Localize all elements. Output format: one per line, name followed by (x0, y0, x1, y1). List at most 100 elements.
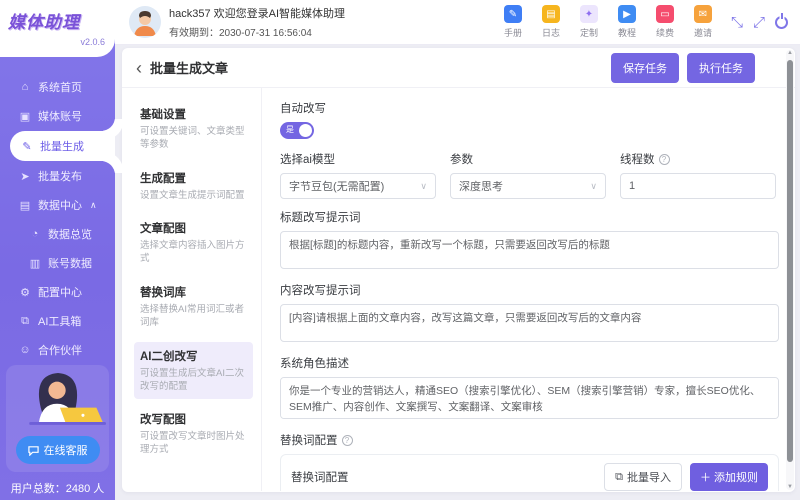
power-icon[interactable] (775, 15, 788, 29)
batch-import-button[interactable]: ⧉ 批量导入 (604, 463, 682, 491)
invite-label: 邀请 (693, 28, 712, 38)
sidebar-item-ai-toolbox[interactable]: ⧉ AI工具箱 (0, 307, 115, 335)
pie-chart-icon: ◔ (31, 228, 39, 240)
scrollbar-thumb[interactable] (787, 60, 793, 462)
renew-icon: ▭ (655, 5, 674, 23)
param-value: 深度思考 (459, 181, 503, 193)
compress-window-icon[interactable]: ⤡ (731, 15, 743, 30)
param-select[interactable]: 深度思考 ∨ (450, 173, 606, 199)
log-button[interactable]: ▤ 日志 (539, 5, 563, 39)
log-label: 日志 (541, 28, 560, 38)
toggle-on-text: 是 (286, 125, 294, 134)
step-title: 基础设置 (140, 109, 186, 121)
sidebar-item-label: 数据总览 (48, 229, 92, 241)
sidebar-item-config-center[interactable]: ⚙ 配置中心 (0, 278, 115, 306)
replace-panel-title: 替换词配置 (291, 472, 349, 484)
customize-button[interactable]: ✦ 定制 (577, 5, 601, 39)
system-role-textarea[interactable]: 你是一个专业的营销达人，精通SEO（搜索引擎优化）、SEM（搜索引擎营销）专家，… (280, 377, 779, 419)
sidebar-item-data-overview[interactable]: ◔ 数据总览 (0, 220, 115, 248)
sidebar-item-label: 合作伙伴 (38, 345, 82, 357)
save-task-button[interactable]: 保存任务 (611, 52, 679, 83)
step-replace-lexicon[interactable]: 替换词库 选择替换AI常用词汇或者词库 (134, 278, 253, 336)
window-controls: ⤡ ⤢ (731, 15, 788, 30)
content-prompt-label: 内容改写提示词 (280, 285, 361, 297)
vertical-scrollbar[interactable]: ▲ ▼ (786, 50, 794, 490)
scroll-up-icon[interactable]: ▲ (786, 50, 794, 56)
data-center-icon: ▤ (19, 199, 31, 212)
page-header: ‹ 批量生成文章 保存任务 执行任务 (122, 48, 795, 88)
collapse-window-icon[interactable]: ⤢ (753, 15, 765, 30)
caret-up-icon: ∧ (90, 199, 97, 210)
tutorial-label: 教程 (617, 28, 636, 38)
run-task-button[interactable]: 执行任务 (687, 52, 755, 83)
step-generate-config[interactable]: 生成配置 设置文章生成提示词配置 (134, 164, 253, 209)
step-rewrite-images[interactable]: 改写配图 可设置改写文章时图片处理方式 (134, 405, 253, 463)
step-title: 生成配置 (140, 172, 186, 185)
app-window: 媒体助理 v2.0.6 ⌂ 系统首页 ▣ 媒体账号 ✎ 批量生成 ➤ 批量发布 … (0, 0, 800, 500)
quick-icons: ✎ 手册 ▤ 日志 ✦ 定制 ▶ 教程 ▭ 续费 ✉ 邀请 (501, 5, 715, 39)
sidebar-nav: ⌂ 系统首页 ▣ 媒体账号 ✎ 批量生成 ➤ 批量发布 ▤ 数据中心 ∧ ◔ 数… (0, 73, 115, 364)
sidebar-item-label: 账号数据 (48, 258, 92, 270)
step-title: 文章配图 (140, 223, 186, 236)
model-select[interactable]: 字节豆包(无需配置) ∨ (280, 173, 436, 199)
replace-panel-header: 替换词配置 ⧉ 批量导入 ＋ 添加规则 (291, 463, 768, 491)
toggle-knob (299, 124, 312, 137)
auto-rewrite-label: 自动改写 (280, 103, 326, 115)
title-prompt-textarea[interactable]: 根据[标题]的标题内容，重新改写一个标题，只需要返回改写后的标题 (280, 231, 779, 269)
tutorial-button[interactable]: ▶ 教程 (615, 5, 639, 39)
question-icon[interactable]: ? (341, 434, 353, 446)
replace-config-label-text: 替换词配置 (280, 435, 338, 447)
question-icon[interactable]: ? (658, 153, 670, 165)
step-ai-rewrite[interactable]: AI二创改写 可设置生成后文章AI二次改写的配置 (134, 341, 253, 400)
auto-rewrite-toggle[interactable]: 是 (280, 122, 314, 139)
log-icon: ▤ (541, 5, 560, 23)
logo: 媒体助理 v2.0.6 (0, 0, 115, 57)
tutorial-icon: ▶ (617, 5, 636, 23)
scroll-down-icon[interactable]: ▼ (786, 484, 794, 490)
gear-icon: ⚙ (20, 286, 30, 299)
sidebar-item-account-data[interactable]: ▥ 账号数据 (0, 249, 115, 277)
sidebar-item-label: 系统首页 (38, 82, 82, 94)
sidebar-item-label: 配置中心 (38, 287, 82, 299)
sidebar: 媒体助理 v2.0.6 ⌂ 系统首页 ▣ 媒体账号 ✎ 批量生成 ➤ 批量发布 … (0, 0, 115, 500)
avatar[interactable] (129, 6, 161, 38)
support-panel: 在线客服 (6, 365, 109, 472)
step-desc: 选择文章内容插入图片方式 (140, 240, 245, 265)
manual-button[interactable]: ✎ 手册 (501, 5, 525, 39)
sidebar-item-batch-generate[interactable]: ✎ 批量生成 (10, 131, 115, 161)
add-rule-button[interactable]: ＋ 添加规则 (690, 463, 768, 491)
model-value: 字节豆包(无需配置) (289, 181, 385, 193)
sidebar-item-media-accounts[interactable]: ▣ 媒体账号 (0, 102, 115, 130)
thread-count-input[interactable] (620, 173, 776, 199)
sidebar-item-data-center[interactable]: ▤ 数据中心 ∧ (0, 191, 115, 219)
bar-chart-icon: ▥ (29, 257, 41, 270)
main-card: ‹ 批量生成文章 保存任务 执行任务 基础设置 可设置关键词、文章类型等参数 生… (122, 48, 795, 492)
model-param-row: 选择ai模型 字节豆包(无需配置) ∨ 参数 深度思考 ∨ 线程数 ? 1 (280, 151, 779, 199)
rewrite-form: 自动改写 是 选择ai模型 字节豆包(无需配置) ∨ 参数 深度思考 ∨ 线程数… (262, 88, 795, 491)
user-info: hack357 欢迎您登录AI智能媒体助理 有效期到：2030-07-31 16… (169, 5, 501, 39)
avatar-image (129, 6, 161, 38)
model-label: 选择ai模型 (280, 154, 335, 166)
chevron-down-icon: ∨ (590, 180, 597, 191)
param-label: 参数 (450, 154, 473, 166)
back-icon[interactable]: ‹ (136, 59, 142, 77)
top-header: hack357 欢迎您登录AI智能媒体助理 有效期到：2030-07-31 16… (115, 0, 800, 45)
app-logo-text: 媒体助理 (8, 13, 80, 32)
step-basic-settings[interactable]: 基础设置 可设置关键词、文章类型等参数 (134, 100, 253, 158)
batch-import-label: 批量导入 (627, 472, 671, 484)
welcome-text: hack357 欢迎您登录AI智能媒体助理 (169, 8, 346, 20)
plus-icon: ＋ (700, 472, 711, 484)
manual-icon: ✎ (503, 5, 522, 23)
invite-button[interactable]: ✉ 邀请 (691, 5, 715, 39)
param-field: 参数 深度思考 ∨ (450, 151, 606, 199)
sidebar-item-home[interactable]: ⌂ 系统首页 (0, 73, 115, 101)
thread-label-text: 线程数 (620, 154, 655, 166)
renew-button[interactable]: ▭ 续费 (653, 5, 677, 39)
content-prompt-textarea[interactable]: [内容]请根据上面的文章内容，改写这篇文章，只需要返回改写后的文章内容 (280, 304, 779, 342)
partners-icon: ☺ (19, 344, 31, 356)
sidebar-item-partners[interactable]: ☺ 合作伙伴 (0, 336, 115, 364)
online-service-button[interactable]: 在线客服 (15, 436, 100, 464)
sidebar-item-batch-publish[interactable]: ➤ 批量发布 (0, 162, 115, 190)
step-desc: 选择替换AI常用词汇或者词库 (140, 304, 244, 328)
step-article-images[interactable]: 文章配图 选择文章内容插入图片方式 (134, 214, 253, 272)
